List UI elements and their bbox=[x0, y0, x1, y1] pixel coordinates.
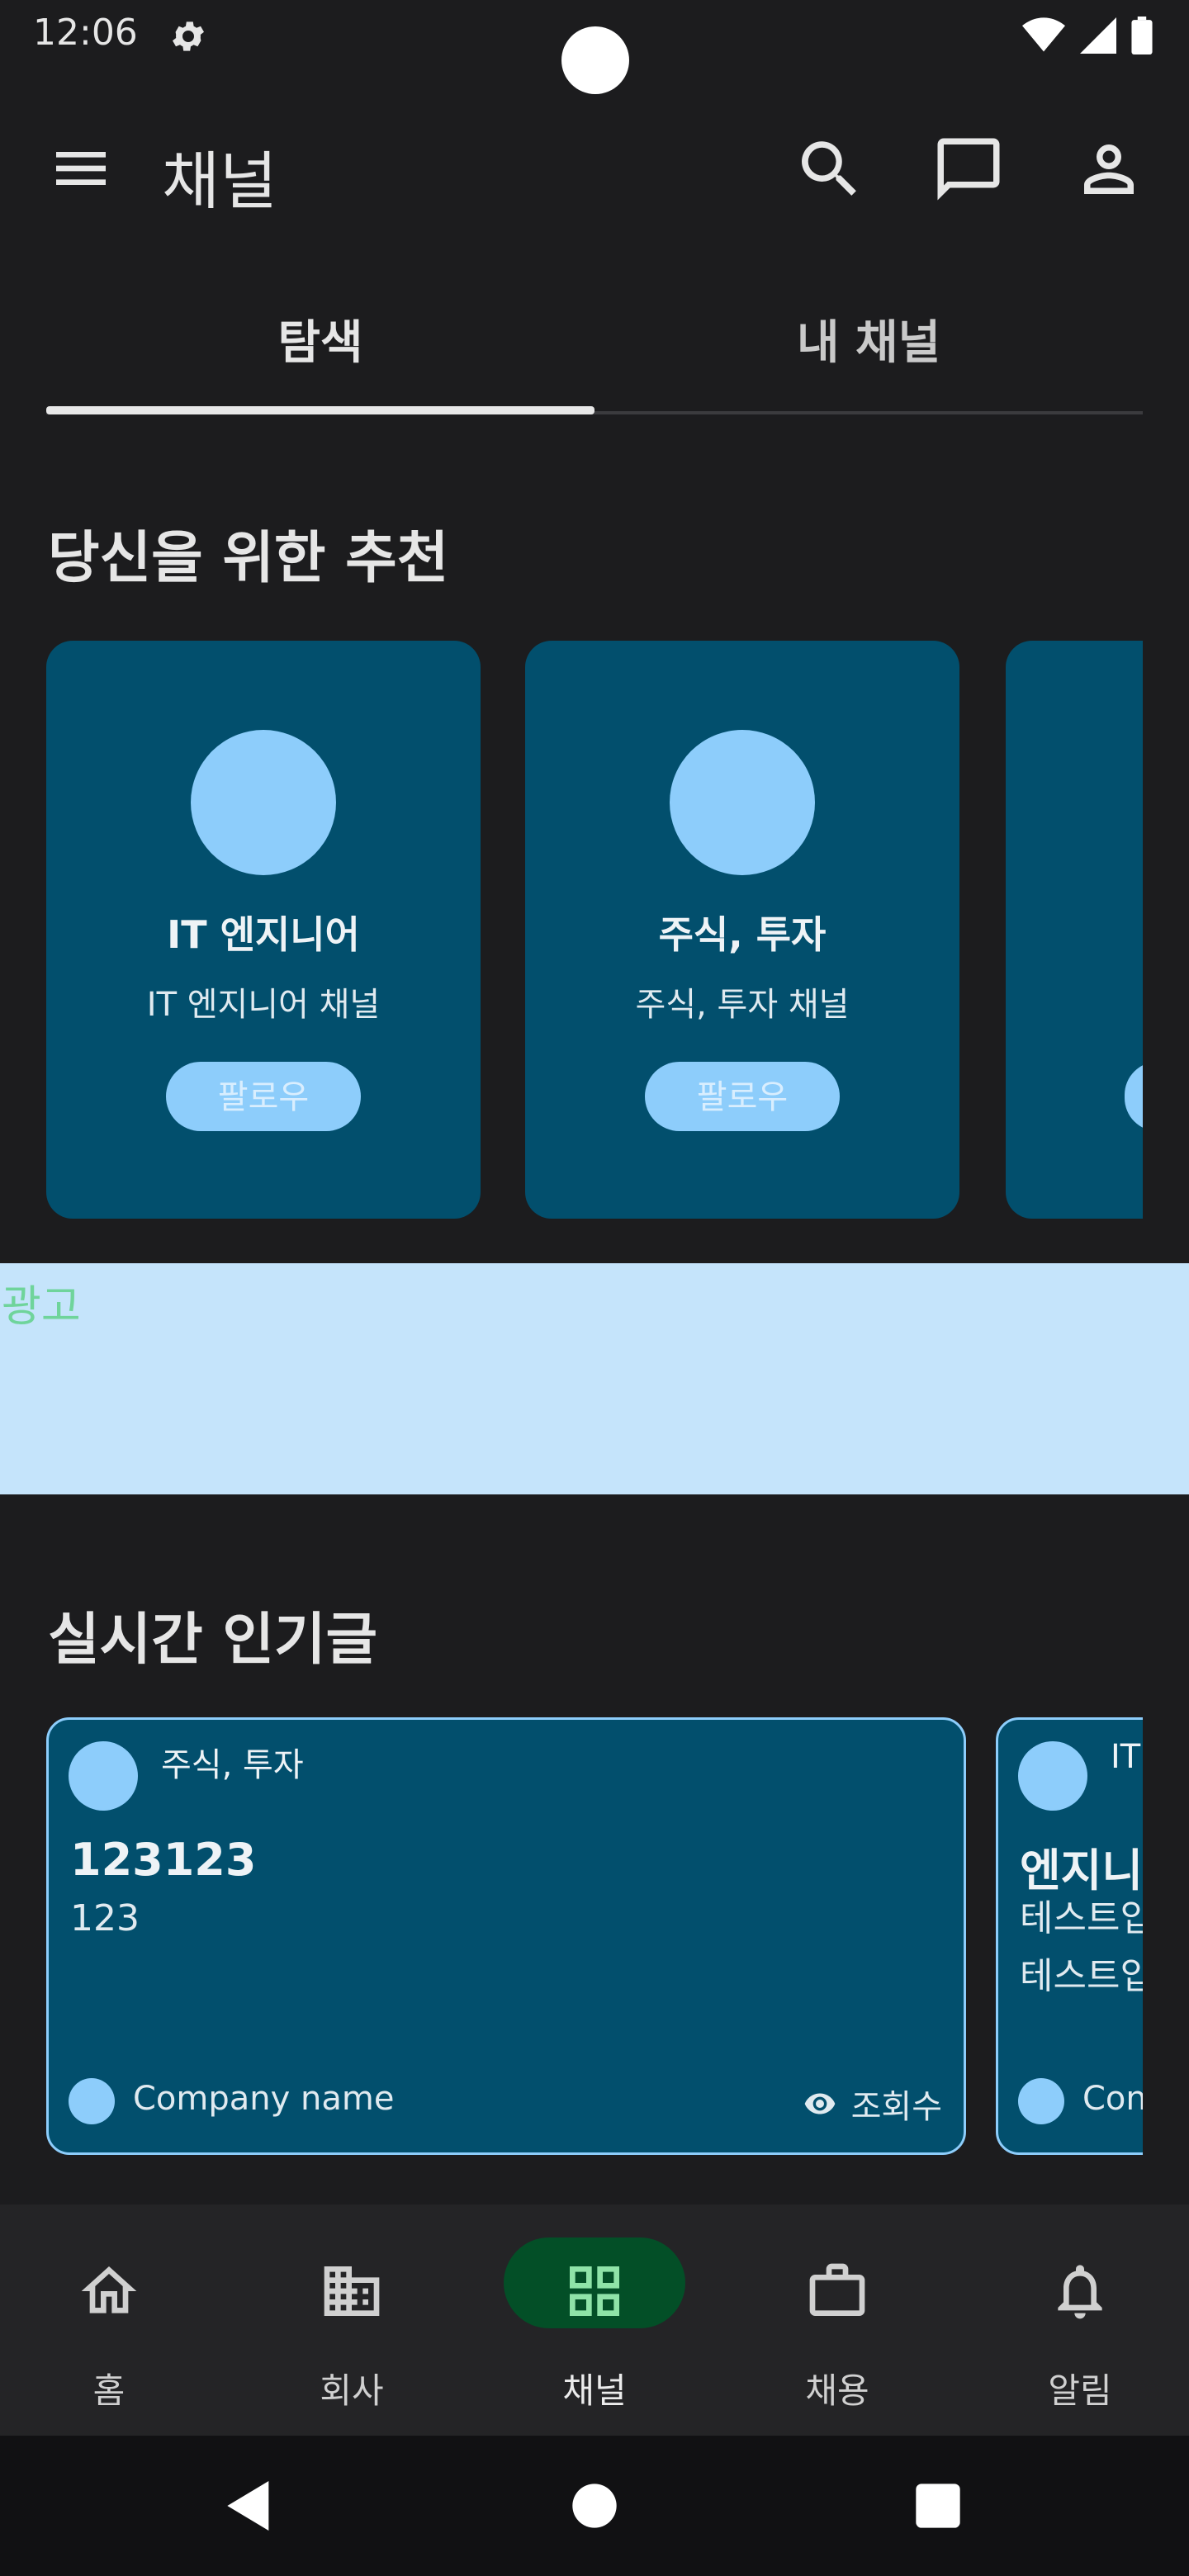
post-body-line: 테스트입 bbox=[1020, 1897, 1143, 1939]
post-title: 123123 bbox=[70, 1834, 257, 1886]
recommendations-carousel[interactable]: IT 엔지니어 IT 엔지니어 채널 팔로우 주식, 투자 주식, 투자 채널 … bbox=[46, 641, 1143, 1219]
nav-label: 회사 bbox=[320, 2370, 384, 2411]
home-circle-icon[interactable] bbox=[561, 2473, 628, 2539]
search-icon[interactable] bbox=[793, 132, 867, 206]
status-icons bbox=[1022, 17, 1153, 54]
channel-name: IT 엔지니어 bbox=[167, 912, 360, 957]
eye-icon bbox=[804, 2093, 835, 2114]
grid-icon bbox=[570, 2266, 619, 2316]
post-body: 테스트입 테스트입 bbox=[1020, 1890, 1143, 2005]
ad-banner[interactable]: 광고 bbox=[0, 1263, 1189, 1494]
channel-avatar bbox=[670, 730, 815, 875]
channel-name: 주식, 투자 bbox=[658, 912, 827, 957]
popular-posts-carousel[interactable]: 주식, 투자 123123 123 Company name 조회수 IT 엔지… bbox=[46, 1717, 1143, 2160]
profile-icon[interactable] bbox=[1072, 132, 1146, 206]
post-channel: IT bbox=[1111, 1738, 1141, 1776]
system-navigation-bar bbox=[0, 2436, 1189, 2576]
channel-avatar bbox=[191, 730, 336, 875]
status-bar: 12:06 bbox=[0, 0, 1189, 94]
follow-button[interactable] bbox=[1125, 1062, 1143, 1131]
post-channel: 주식, 투자 bbox=[161, 1746, 304, 1784]
company-avatar bbox=[1018, 2078, 1064, 2124]
tab-my-channels[interactable]: 내 채널 bbox=[594, 305, 1143, 372]
company-avatar bbox=[69, 2078, 115, 2124]
tab-explore[interactable]: 탐색 bbox=[46, 305, 594, 372]
post-card[interactable]: IT 엔지니 테스트입 테스트입 Con bbox=[996, 1717, 1143, 2155]
nav-item-channel[interactable]: 채널 bbox=[476, 2237, 713, 2411]
bottom-navigation: 홈 회사 채널 채용 알림 bbox=[0, 2204, 1189, 2436]
recents-square-icon[interactable] bbox=[905, 2473, 971, 2539]
battery-icon bbox=[1131, 17, 1153, 54]
page-title: 채널 bbox=[162, 144, 277, 218]
channel-card[interactable]: 주식, 투자 주식, 투자 채널 팔로우 bbox=[525, 641, 959, 1219]
nav-label: 알림 bbox=[1048, 2370, 1112, 2411]
chat-icon[interactable] bbox=[931, 132, 1006, 206]
channel-avatar bbox=[69, 1741, 138, 1811]
channel-card[interactable] bbox=[1006, 641, 1143, 1219]
back-icon[interactable] bbox=[216, 2473, 282, 2539]
building-icon bbox=[324, 2266, 380, 2316]
nav-label: 홈 bbox=[92, 2370, 126, 2411]
tab-indicator bbox=[46, 406, 594, 414]
nav-item-notifications[interactable]: 알림 bbox=[961, 2237, 1189, 2411]
nav-item-company[interactable]: 회사 bbox=[233, 2237, 471, 2411]
home-icon bbox=[81, 2266, 137, 2313]
camera-cutout bbox=[561, 26, 629, 94]
menu-icon[interactable] bbox=[48, 135, 114, 201]
channel-card[interactable]: IT 엔지니어 IT 엔지니어 채널 팔로우 bbox=[46, 641, 481, 1219]
app-bar: 채널 bbox=[0, 116, 1189, 218]
nav-label: 채용 bbox=[805, 2370, 869, 2411]
channel-description: 주식, 투자 채널 bbox=[635, 986, 850, 1024]
post-body-line: 123 bbox=[70, 1897, 140, 1939]
post-body: 123 bbox=[70, 1890, 140, 1948]
nav-item-jobs[interactable]: 채용 bbox=[718, 2237, 956, 2411]
channel-avatar bbox=[1018, 1741, 1087, 1811]
view-count: 조회수 bbox=[803, 2080, 942, 2128]
company-name: Company name bbox=[133, 2080, 395, 2118]
briefcase-icon bbox=[809, 2263, 865, 2316]
signal-icon bbox=[1080, 17, 1116, 54]
ad-label: 광고 bbox=[2, 1282, 81, 1332]
channel-tabs: 탐색 내 채널 bbox=[46, 281, 1143, 421]
company-name: Con bbox=[1082, 2080, 1143, 2118]
bell-icon bbox=[1058, 2265, 1102, 2319]
channel-description: IT 엔지니어 채널 bbox=[146, 986, 381, 1024]
wifi-icon bbox=[1022, 17, 1065, 52]
popular-posts-title: 실시간 인기글 bbox=[48, 1608, 378, 1673]
follow-button[interactable]: 팔로우 bbox=[645, 1062, 840, 1131]
view-count-label: 조회수 bbox=[850, 2088, 942, 2126]
recommendations-title: 당신을 위한 추천 bbox=[48, 526, 449, 591]
nav-item-home[interactable]: 홈 bbox=[0, 2237, 228, 2411]
post-card[interactable]: 주식, 투자 123123 123 Company name 조회수 bbox=[46, 1717, 966, 2155]
status-time: 12:06 bbox=[33, 12, 138, 54]
settings-gear-icon bbox=[173, 21, 204, 51]
follow-button[interactable]: 팔로우 bbox=[166, 1062, 361, 1131]
post-body-line: 테스트입 bbox=[1020, 1955, 1143, 1997]
nav-label: 채널 bbox=[562, 2370, 627, 2411]
